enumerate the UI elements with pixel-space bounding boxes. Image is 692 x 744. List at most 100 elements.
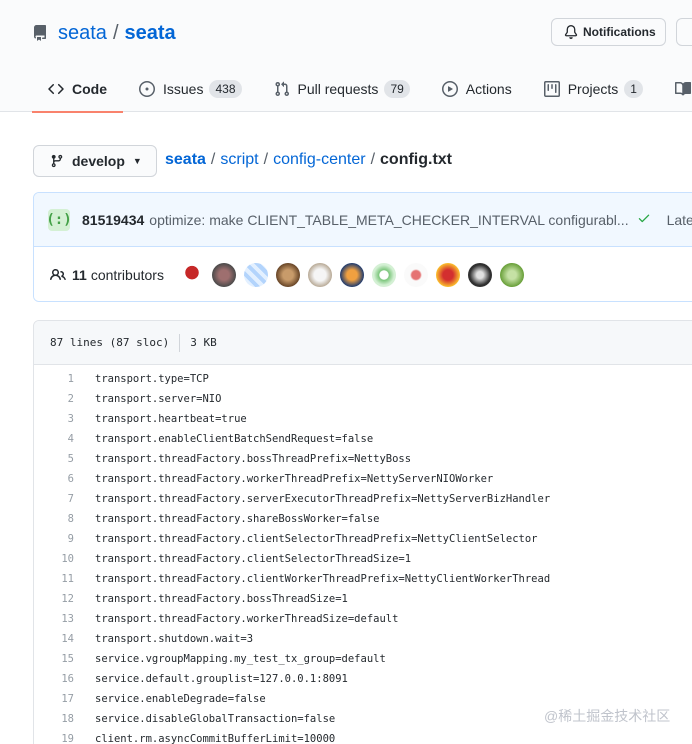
- line-number[interactable]: 4: [34, 433, 74, 445]
- line-number[interactable]: 18: [34, 713, 74, 725]
- line-number[interactable]: 8: [34, 513, 74, 525]
- contributor-avatars: [179, 262, 532, 287]
- tab-projects[interactable]: Projects 1: [528, 66, 659, 112]
- caret-down-icon: ▼: [132, 156, 142, 166]
- line-number[interactable]: 15: [34, 653, 74, 665]
- line-number[interactable]: 13: [34, 613, 74, 625]
- tab-wiki[interactable]: W: [659, 66, 692, 112]
- line-content: transport.server=NIO: [95, 393, 222, 405]
- repo-tabs: Code Issues 438 Pull requests 79 Actions…: [32, 66, 692, 113]
- line-content: transport.threadFactory.bossThreadPrefix…: [95, 453, 412, 465]
- issues-counter: 438: [209, 80, 242, 98]
- code-line: 13 transport.threadFactory.workerThreadSi…: [34, 609, 692, 629]
- line-content: transport.threadFactory.clientSelectorTh…: [95, 533, 538, 545]
- notifications-button[interactable]: Notifications: [551, 18, 666, 46]
- repo-separator: /: [112, 21, 119, 44]
- code-line: 8 transport.threadFactory.shareBossWorker…: [34, 509, 692, 529]
- line-number[interactable]: 10: [34, 553, 74, 565]
- commit-sha-link[interactable]: 81519434: [82, 212, 144, 228]
- contributor-avatar[interactable]: [499, 262, 524, 287]
- line-number[interactable]: 3: [34, 413, 74, 425]
- watch-button[interactable]: [676, 18, 692, 46]
- contributor-avatar[interactable]: [211, 262, 236, 287]
- code-body: 1 transport.type=TCP 2 transport.server=NIO…: [34, 365, 692, 744]
- project-icon: [543, 81, 560, 97]
- repo-name-link[interactable]: seata: [125, 22, 176, 45]
- tab-issues[interactable]: Issues 438: [123, 66, 258, 112]
- line-number[interactable]: 12: [34, 593, 74, 605]
- code-line: 5 transport.threadFactory.bossThreadPrefi…: [34, 449, 692, 469]
- breadcrumb-repo-link[interactable]: seata: [165, 151, 206, 169]
- code-line: 2 transport.server=NIO: [34, 389, 692, 409]
- notifications-label: Notifications: [583, 25, 656, 39]
- contributor-avatar[interactable]: [243, 262, 268, 287]
- check-icon[interactable]: [637, 211, 651, 228]
- latest-commit-label: Latest com: [666, 211, 692, 228]
- line-number[interactable]: 7: [34, 493, 74, 505]
- line-number[interactable]: 16: [34, 673, 74, 685]
- breadcrumb-separator: /: [210, 151, 216, 168]
- file-viewer: 87 lines (87 sloc) 3 KB 1 transport.type=…: [33, 320, 692, 744]
- breadcrumb-config-center-link[interactable]: config-center: [273, 151, 366, 169]
- line-number[interactable]: 2: [34, 393, 74, 405]
- line-number[interactable]: 19: [34, 733, 74, 744]
- repo-owner-link[interactable]: seata: [58, 22, 107, 45]
- commit-message-link[interactable]: optimize: make CLIENT_TABLE_META_CHECKER…: [149, 212, 628, 228]
- line-content: transport.shutdown.wait=3: [95, 633, 254, 645]
- code-line: 15 service.vgroupMapping.my_test_tx_group…: [34, 649, 692, 669]
- branch-select-button[interactable]: develop ▼: [33, 145, 157, 177]
- tab-code-label: Code: [72, 81, 107, 97]
- breadcrumb-separator: /: [370, 151, 376, 168]
- line-number[interactable]: 5: [34, 453, 74, 465]
- file-info-divider: [179, 333, 181, 352]
- line-content: service.disableGlobalTransaction=false: [95, 713, 336, 725]
- contributor-avatar[interactable]: [403, 262, 428, 287]
- code-line: 11 transport.threadFactory.clientWorkerTh…: [34, 569, 692, 589]
- contributor-avatar[interactable]: [371, 262, 396, 287]
- contributor-avatar[interactable]: [467, 262, 492, 287]
- code-icon: [48, 83, 64, 95]
- contributor-avatar[interactable]: [179, 262, 204, 287]
- branch-selector-wrap: develop ▼: [33, 145, 157, 177]
- tab-pull-requests[interactable]: Pull requests 79: [258, 66, 426, 112]
- branch-icon: [51, 154, 63, 168]
- line-number[interactable]: 11: [34, 573, 74, 585]
- tab-actions[interactable]: Actions: [426, 66, 528, 112]
- code-line: 19 client.rm.asyncCommitBufferLimit=10000: [34, 729, 692, 744]
- contributors-label[interactable]: contributors: [91, 267, 164, 283]
- watermark: @稀土掘金技术社区: [544, 708, 671, 724]
- repo-title: seata / seata: [32, 20, 176, 46]
- people-icon: [50, 268, 66, 280]
- line-number[interactable]: 1: [34, 373, 74, 385]
- line-number[interactable]: 9: [34, 533, 74, 545]
- line-content: service.vgroupMapping.my_test_tx_group=d…: [95, 653, 386, 665]
- tab-code[interactable]: Code: [32, 66, 123, 113]
- line-content: service.default.grouplist=127.0.0.1:8091: [95, 673, 348, 685]
- code-line: 10 transport.threadFactory.clientSelector…: [34, 549, 692, 569]
- pull-requests-counter: 79: [384, 80, 410, 98]
- code-line: 16 service.default.grouplist=127.0.0.1:80…: [34, 669, 692, 689]
- code-line: 12 transport.threadFactory.bossThreadSize…: [34, 589, 692, 609]
- committer-avatar[interactable]: (:): [46, 208, 72, 231]
- issue-icon: [139, 81, 155, 97]
- code-line: 3 transport.heartbeat=true: [34, 409, 692, 429]
- tab-actions-label: Actions: [465, 81, 512, 97]
- contributors-count[interactable]: 11: [72, 267, 87, 283]
- breadcrumb: seata / script / config-center / config.…: [165, 151, 452, 169]
- line-content: transport.type=TCP: [95, 373, 209, 385]
- latest-commit-row: (:) 81519434 optimize: make CLIENT_TABLE…: [34, 193, 692, 247]
- contributor-avatar[interactable]: [307, 262, 332, 287]
- line-content: transport.threadFactory.workerThreadSize…: [95, 613, 399, 625]
- tab-projects-label: Projects: [567, 81, 619, 97]
- contributor-avatar[interactable]: [339, 262, 364, 287]
- line-content: client.rm.asyncCommitBufferLimit=10000: [95, 733, 336, 744]
- tab-pull-requests-label: Pull requests: [297, 81, 379, 97]
- breadcrumb-script-link[interactable]: script: [220, 151, 258, 169]
- line-number[interactable]: 14: [34, 633, 74, 645]
- line-content: transport.threadFactory.clientWorkerThre…: [95, 573, 551, 585]
- contributor-avatar[interactable]: [275, 262, 300, 287]
- file-info-bar: 87 lines (87 sloc) 3 KB: [34, 321, 692, 365]
- contributor-avatar[interactable]: [435, 262, 460, 287]
- line-number[interactable]: 6: [34, 473, 74, 485]
- line-number[interactable]: 17: [34, 693, 74, 705]
